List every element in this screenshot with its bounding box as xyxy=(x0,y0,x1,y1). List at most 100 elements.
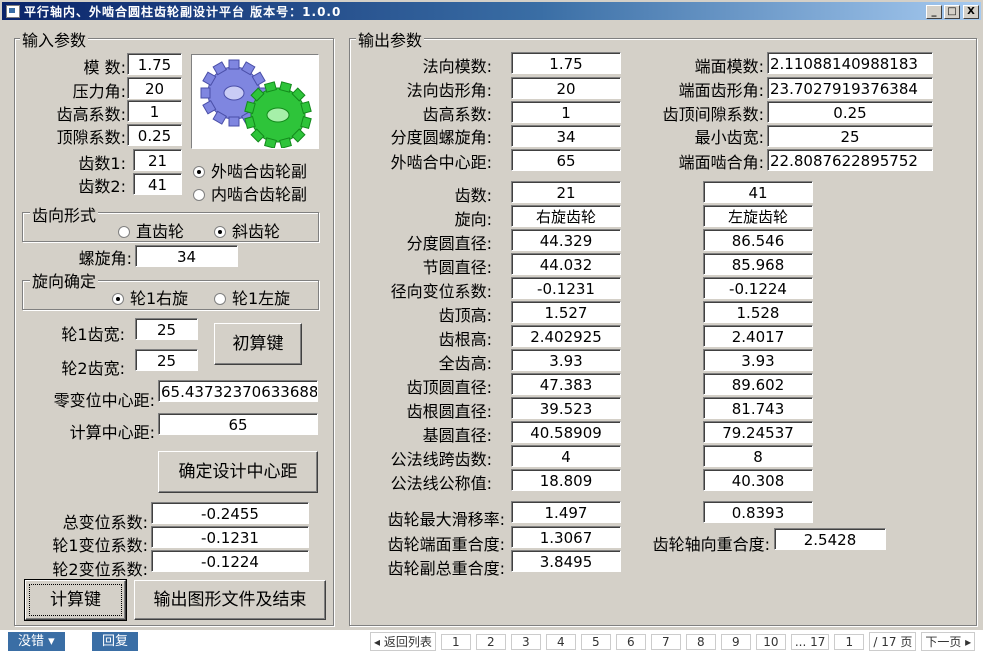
addendum-coef-input[interactable]: 1 xyxy=(127,100,182,122)
window-title: 平行轴内、外啮合圆柱齿轮副设计平台 版本号：1.0.0 xyxy=(24,5,342,19)
total-contact-value: 3.8495 xyxy=(511,550,621,572)
out-value: 20 xyxy=(511,77,621,99)
gear1-value: 44.032 xyxy=(511,253,621,275)
shift2-input[interactable]: -0.1224 xyxy=(151,550,309,572)
gear1-value: 47.383 xyxy=(511,373,621,395)
teeth2-label: 齿数2: xyxy=(78,177,126,196)
radio-helical-label: 斜齿轮 xyxy=(232,222,281,241)
modulus-label: 模 数: xyxy=(83,58,126,77)
hand-title: 旋向确定 xyxy=(30,268,99,292)
gear-row-label: 齿根圆直径: xyxy=(406,402,492,421)
width2-label: 轮2齿宽: xyxy=(61,359,125,378)
taskbar-button-2[interactable]: 回复 xyxy=(92,632,139,651)
pager-item[interactable]: 1 xyxy=(440,634,471,650)
shift1-input[interactable]: -0.1231 xyxy=(151,526,309,548)
gear1-value: 40.58909 xyxy=(511,421,621,443)
gear-row-label: 齿根高: xyxy=(438,330,492,349)
gear2-value: 1.528 xyxy=(703,301,813,323)
gear-row-label: 齿顶高: xyxy=(438,306,492,325)
pager-item[interactable]: 9 xyxy=(720,634,751,650)
initial-calc-button[interactable]: 初算键 xyxy=(214,323,302,365)
minimize-button[interactable]: _ xyxy=(926,5,942,19)
title-bar[interactable]: 平行轴内、外啮合圆柱齿轮副设计平台 版本号：1.0.0 _ □ X xyxy=(2,2,981,20)
out-label: 端面齿形角: xyxy=(678,81,764,100)
pager-item[interactable]: 下一页 ▸ xyxy=(921,632,976,651)
teeth1-label: 齿数1: xyxy=(78,154,126,173)
radio-gear1-right-hand[interactable]: 轮1右旋 xyxy=(112,285,188,309)
shift1-label: 轮1变位系数: xyxy=(52,536,148,555)
modulus-input[interactable]: 1.75 xyxy=(127,53,182,75)
out-value: 65 xyxy=(511,149,621,171)
gear2-value: 41 xyxy=(703,181,813,203)
gear2-value: 85.968 xyxy=(703,253,813,275)
radio-spur[interactable]: 直齿轮 xyxy=(118,218,184,242)
pager-item[interactable]: 8 xyxy=(685,634,716,650)
out-label: 法向齿形角: xyxy=(406,81,492,100)
pager-item[interactable]: 6 xyxy=(615,634,646,650)
out-value: 0.25 xyxy=(767,101,933,123)
gear-row-label: 径向变位系数: xyxy=(390,282,492,301)
pager-item[interactable]: 10 xyxy=(755,634,786,650)
gear1-value: 3.93 xyxy=(511,349,621,371)
calc-center-label: 计算中心距: xyxy=(69,423,155,442)
radio-spur-label: 直齿轮 xyxy=(136,222,185,241)
clearance-coef-input[interactable]: 0.25 xyxy=(127,124,182,146)
clearance-coef-label: 顶隙系数: xyxy=(56,128,126,147)
pager-item[interactable]: ◂ 返回列表 xyxy=(370,632,436,651)
out-value: 22.8087622895752 xyxy=(767,149,933,171)
total-contact-label: 齿轮副总重合度: xyxy=(387,559,505,578)
gear2-value: 左旋齿轮 xyxy=(703,205,813,227)
width2-input[interactable]: 25 xyxy=(135,349,198,371)
maximize-button[interactable]: □ xyxy=(944,5,960,19)
addendum-coef-label: 齿高系数: xyxy=(56,105,126,124)
pager-item[interactable]: 2 xyxy=(475,634,506,650)
helix-angle-label: 螺旋角: xyxy=(78,249,132,268)
gear2-value: 79.24537 xyxy=(703,421,813,443)
teeth2-input[interactable]: 41 xyxy=(133,173,182,195)
taskbar-button-1[interactable]: 没错 ▾ xyxy=(8,632,65,651)
out-label: 法向模数: xyxy=(422,57,492,76)
calc-center-input[interactable]: 65 xyxy=(158,413,318,435)
radio-gear1-left-hand[interactable]: 轮1左旋 xyxy=(214,285,290,309)
zero-center-input[interactable]: 65.43732370633688 xyxy=(158,380,318,402)
app-icon xyxy=(6,5,20,18)
pager-item[interactable]: ... 17 xyxy=(790,634,830,650)
radio-internal-label: 内啮合齿轮副 xyxy=(211,185,308,204)
pressure-angle-input[interactable]: 20 xyxy=(127,77,182,99)
pager-item[interactable]: 1 xyxy=(834,634,865,650)
gear-row-label: 节圆直径: xyxy=(422,258,492,277)
total-shift-label: 总变位系数: xyxy=(62,513,148,532)
pager-item[interactable]: / 17 页 xyxy=(869,632,917,651)
gear1-value: 21 xyxy=(511,181,621,203)
close-button[interactable]: X xyxy=(963,5,979,19)
gear2-value: 2.4017 xyxy=(703,325,813,347)
radio-external-mesh[interactable]: 外啮合齿轮副 xyxy=(193,158,307,182)
calc-button[interactable]: 计算键 xyxy=(24,579,127,621)
gear2-value: 8 xyxy=(703,445,813,467)
focus-rect xyxy=(29,584,122,616)
gear-row-label: 基圆直径: xyxy=(422,426,492,445)
axial-contact-label: 齿轮轴向重合度: xyxy=(652,535,770,554)
gear-row-label: 全齿高: xyxy=(438,354,492,373)
gear2-value: 86.546 xyxy=(703,229,813,251)
radio-right-label: 轮1右旋 xyxy=(130,289,189,308)
radio-icon xyxy=(118,226,130,238)
pager-item[interactable]: 3 xyxy=(510,634,541,650)
total-shift-input[interactable]: -0.2455 xyxy=(151,502,309,524)
width1-input[interactable]: 25 xyxy=(135,318,198,340)
radio-helical[interactable]: 斜齿轮 xyxy=(214,218,280,242)
pager-item[interactable]: 5 xyxy=(580,634,611,650)
teeth1-input[interactable]: 21 xyxy=(133,149,182,171)
helix-angle-input[interactable]: 34 xyxy=(135,245,238,267)
axial-contact-value: 2.5428 xyxy=(774,528,886,550)
gear2-value: 3.93 xyxy=(703,349,813,371)
confirm-center-button[interactable]: 确定设计中心距 xyxy=(158,451,318,493)
gear1-value: 1.527 xyxy=(511,301,621,323)
gear2-value: 81.743 xyxy=(703,397,813,419)
pager-item[interactable]: 7 xyxy=(650,634,681,650)
radio-internal-mesh[interactable]: 内啮合齿轮副 xyxy=(193,181,307,205)
transverse-contact-label: 齿轮端面重合度: xyxy=(387,535,505,554)
pager-item[interactable]: 4 xyxy=(545,634,576,650)
radio-selected-icon xyxy=(112,293,124,305)
export-button[interactable]: 输出图形文件及结束 xyxy=(134,580,326,620)
